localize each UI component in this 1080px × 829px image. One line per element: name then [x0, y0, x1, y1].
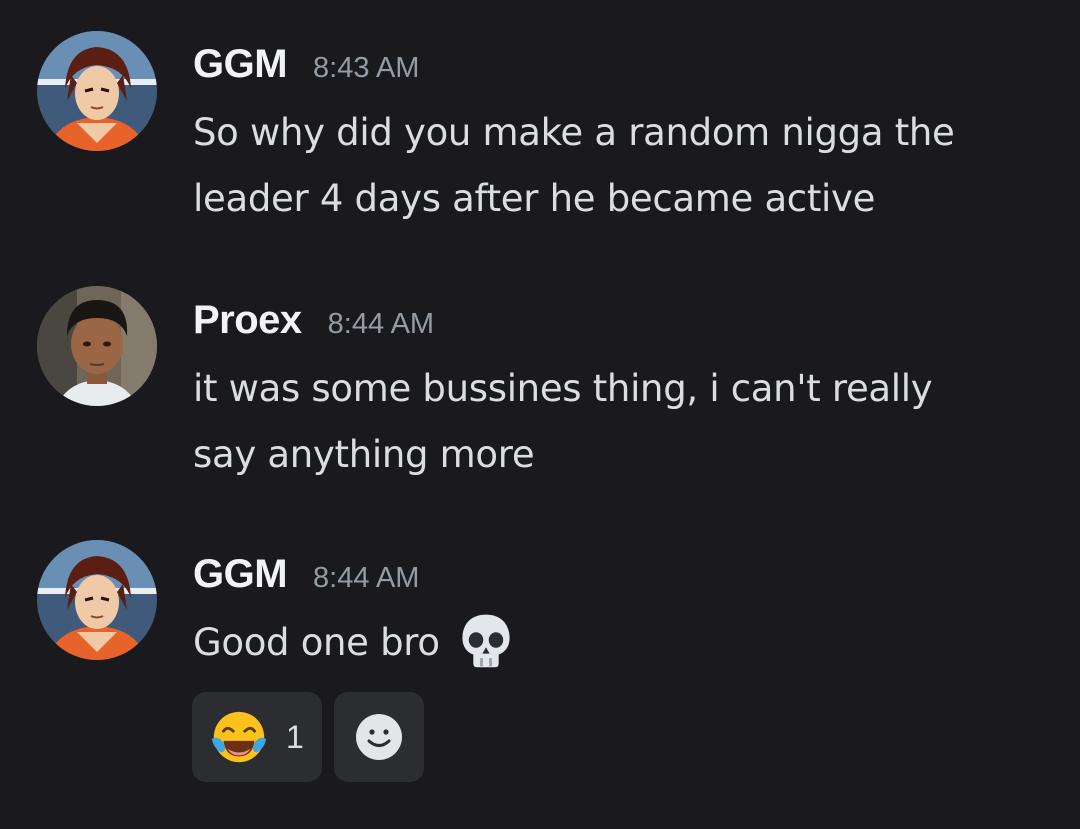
message-line: So why did you make a random nigga the [193, 111, 955, 154]
username[interactable]: Proex [193, 298, 302, 343]
timestamp[interactable]: 8:43 AM [313, 52, 419, 85]
avatar-ggm[interactable] [37, 540, 157, 660]
message-line: leader 4 days after he became active [193, 177, 876, 220]
message-header: Proex 8:44 AM [193, 298, 434, 348]
message-line: Good one bro [193, 621, 440, 664]
message-content: So why did you make a random nigga the l… [193, 100, 1063, 232]
message-line: say anything more [193, 433, 535, 476]
add-reaction-icon [356, 714, 402, 760]
username[interactable]: GGM [193, 552, 288, 597]
add-reaction-button[interactable] [334, 692, 424, 782]
message-content: it was some bussines thing, i can't real… [193, 356, 1063, 488]
reactions-bar: 1 [192, 692, 424, 782]
message-line: it was some bussines thing, i can't real… [193, 367, 933, 410]
reaction-tears-of-joy[interactable]: 1 [192, 692, 322, 782]
skull-emoji-icon [462, 614, 510, 668]
timestamp[interactable]: 8:44 AM [328, 308, 434, 341]
message-header: GGM 8:44 AM [193, 552, 419, 602]
avatar-proex[interactable] [37, 286, 157, 406]
tears-of-joy-emoji-icon [211, 711, 267, 763]
message-header: GGM 8:43 AM [193, 42, 419, 92]
timestamp[interactable]: 8:44 AM [313, 562, 419, 595]
username[interactable]: GGM [193, 42, 288, 87]
avatar-ggm[interactable] [37, 31, 157, 151]
message-content: Good one bro [193, 610, 1063, 676]
reaction-count: 1 [286, 718, 304, 755]
